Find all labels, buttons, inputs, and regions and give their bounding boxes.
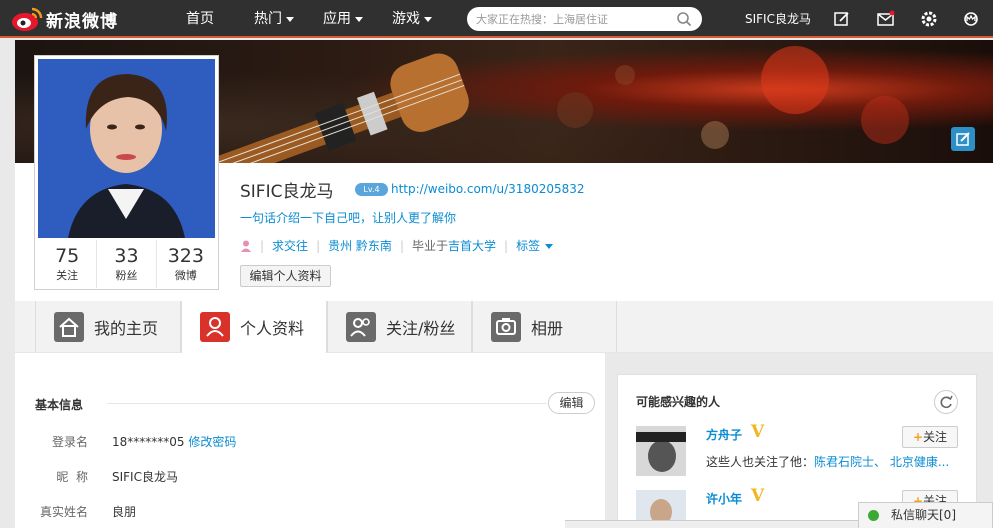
search-box bbox=[467, 7, 702, 31]
plus-icon: + bbox=[912, 430, 924, 444]
relationship-status[interactable]: 求交往 bbox=[272, 237, 308, 254]
profile-tabs: 我的主页 个人资料 关注/粉丝 相册 bbox=[15, 301, 993, 353]
private-chat-tab[interactable]: 私信聊天[0] bbox=[858, 502, 993, 528]
profile-meta: | 求交往 | 贵州 黔东南 | 毕业于 吉首大学 | 标签 bbox=[240, 237, 554, 254]
bottom-toolbar bbox=[565, 520, 860, 528]
search-icon[interactable] bbox=[676, 11, 692, 27]
stat-following[interactable]: 75 关注 bbox=[38, 240, 98, 288]
suggested-person: 方舟子 V 这些人也关注了他：陈君石院士、 北京健康... +关注 bbox=[636, 422, 966, 480]
avatar[interactable] bbox=[636, 426, 686, 476]
settings-icon[interactable] bbox=[920, 10, 938, 28]
stat-weibo[interactable]: 323 微博 bbox=[157, 240, 215, 288]
nav-user-name[interactable]: SIFIC良龙马 bbox=[745, 0, 811, 38]
verified-icon: V bbox=[751, 486, 765, 506]
avatar-portrait bbox=[38, 59, 215, 238]
top-nav-bar: 新浪微博 首页 热门 应用 游戏 SIFIC良龙马 bbox=[0, 0, 993, 38]
profile-name: SIFIC良龙马 bbox=[240, 182, 334, 202]
online-status-icon bbox=[868, 510, 879, 521]
person-name-link[interactable]: 许小年 bbox=[706, 490, 742, 507]
refresh-button[interactable] bbox=[934, 390, 958, 414]
profile-icon bbox=[200, 312, 230, 342]
location-link[interactable]: 贵州 黔东南 bbox=[328, 237, 392, 254]
edit-icon bbox=[956, 132, 970, 146]
chevron-down-icon bbox=[545, 244, 554, 249]
divider bbox=[107, 403, 547, 404]
basic-info-panel: 基本信息 编辑 登录名 18*******05 修改密码 昵 称 SIFIC良龙… bbox=[15, 353, 605, 528]
people-icon bbox=[346, 311, 376, 342]
weibo-logo[interactable]: 新浪微博 bbox=[10, 5, 118, 33]
nav-apps[interactable]: 应用 bbox=[323, 0, 363, 38]
edit-icon[interactable] bbox=[833, 10, 851, 28]
change-password-link[interactable]: 修改密码 bbox=[188, 435, 236, 449]
edit-profile-button[interactable]: 编辑个人资料 bbox=[240, 265, 331, 287]
logo-text: 新浪微博 bbox=[46, 11, 118, 32]
message-icon[interactable] bbox=[877, 10, 895, 28]
level-badge[interactable]: Lv.4 bbox=[355, 183, 388, 196]
home-icon bbox=[54, 311, 84, 342]
school-link[interactable]: 吉首大学 bbox=[448, 237, 496, 254]
refresh-icon bbox=[940, 395, 953, 409]
nav-home[interactable]: 首页 bbox=[186, 0, 214, 38]
nav-games[interactable]: 游戏 bbox=[392, 0, 432, 38]
tab-follow-fans[interactable]: 关注/粉丝 bbox=[327, 301, 472, 352]
verified-icon: V bbox=[751, 422, 765, 442]
weibo-eye-icon bbox=[12, 7, 43, 31]
camera-icon bbox=[491, 311, 521, 342]
section-title-basic: 基本信息 bbox=[35, 398, 84, 412]
tab-album[interactable]: 相册 bbox=[472, 301, 617, 352]
nav-hot[interactable]: 热门 bbox=[254, 0, 294, 38]
chevron-down-icon bbox=[424, 16, 432, 22]
tags-dropdown[interactable]: 标签 bbox=[516, 237, 554, 254]
suggestions-title: 可能感兴趣的人 bbox=[636, 395, 721, 409]
graduated-prefix: 毕业于 bbox=[411, 239, 448, 253]
profile-stats: 75 关注 33 粉丝 323 微博 bbox=[38, 240, 215, 288]
stat-followers[interactable]: 33 粉丝 bbox=[97, 240, 157, 288]
search-input[interactable] bbox=[467, 7, 667, 31]
female-icon bbox=[241, 240, 251, 252]
profile-url-link[interactable]: http://weibo.com/u/3180205832 bbox=[391, 182, 585, 196]
edit-basic-info-button[interactable]: 编辑 bbox=[548, 392, 595, 414]
intro-link[interactable]: 一句话介绍一下自己吧，让别人更了解你 bbox=[240, 209, 456, 226]
chevron-down-icon bbox=[355, 16, 363, 22]
person-desc: 这些人也关注了他：陈君石院士、 北京健康... bbox=[706, 455, 950, 469]
tab-profile[interactable]: 个人资料 bbox=[181, 301, 327, 353]
avatar[interactable] bbox=[38, 59, 215, 238]
avatar-card: 75 关注 33 粉丝 323 微博 bbox=[34, 55, 219, 290]
mutual-follow-links[interactable]: 陈君石院士、 北京健康... bbox=[814, 455, 949, 469]
crown-icon[interactable] bbox=[962, 10, 980, 28]
tab-my-home[interactable]: 我的主页 bbox=[35, 301, 181, 352]
follow-button[interactable]: +关注 bbox=[902, 426, 958, 448]
chevron-down-icon bbox=[286, 16, 294, 22]
person-name-link[interactable]: 方舟子 bbox=[706, 426, 742, 443]
edit-cover-button[interactable] bbox=[951, 127, 975, 151]
